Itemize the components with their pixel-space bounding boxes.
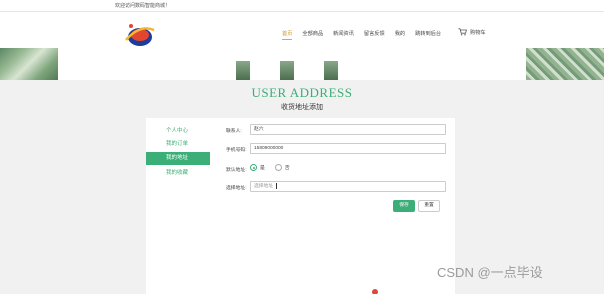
content-panel: 个人中心 我的订单 我的地址 我的收藏 联系人: 赵六 手机号码: 158090…: [146, 118, 455, 294]
sidebar-item-orders[interactable]: 我的订单: [146, 138, 210, 151]
phone-label: 手机号码:: [226, 148, 247, 153]
default-no-label: 否: [284, 166, 290, 171]
watermark: CSDN @一点毕设: [437, 265, 543, 280]
address-row: 选择地址: 选择地址: [212, 181, 455, 193]
address-label: 选择地址:: [226, 186, 247, 191]
banner: [0, 48, 604, 80]
text-cursor: [276, 182, 278, 189]
nav-home[interactable]: 首页: [282, 30, 293, 40]
banner-image-left: [0, 48, 58, 80]
page-title-cn: 收货地址添加: [281, 104, 323, 111]
cart-label: 购物车: [470, 29, 486, 36]
address-placeholder: 选择地址: [254, 184, 274, 189]
contact-row: 联系人: 赵六: [212, 124, 455, 136]
nav-news[interactable]: 新闻资讯: [333, 30, 354, 39]
nav-all-products[interactable]: 全部商品: [302, 30, 323, 39]
nav-feedback[interactable]: 留言反馈: [364, 30, 385, 39]
cart-icon: [458, 28, 467, 36]
default-address-label: 默认地址:: [226, 168, 247, 173]
banner-image-right: [526, 48, 604, 80]
top-bar: 欢迎访问数码智能商城！: [0, 0, 604, 12]
default-address-radio-group: 是 否: [250, 164, 300, 171]
page-title-en: USER ADDRESS: [251, 85, 353, 100]
cart-link[interactable]: 购物车: [458, 28, 486, 36]
default-address-row: 默认地址: 是 否: [212, 163, 455, 175]
sidebar-item-profile[interactable]: 个人中心: [146, 125, 210, 138]
phone-row: 手机号码: 15809000000: [212, 143, 455, 155]
contact-label: 联系人:: [226, 129, 242, 134]
reset-button[interactable]: 重置: [418, 200, 440, 212]
contact-input[interactable]: 赵六: [250, 124, 446, 135]
header: 首页 全部商品 新闻资讯 留言反馈 我的 跳转到后台 购物车: [0, 12, 604, 48]
main-nav: 首页 全部商品 新闻资讯 留言反馈 我的 跳转到后台: [282, 30, 451, 44]
default-yes-label: 是: [260, 166, 265, 171]
logo-icon[interactable]: [123, 20, 157, 50]
phone-input[interactable]: 15809000000: [250, 143, 446, 154]
default-yes-radio[interactable]: [250, 164, 257, 171]
floating-dot-icon: [372, 289, 378, 294]
default-no-radio[interactable]: [274, 164, 282, 171]
save-button[interactable]: 保存: [393, 200, 415, 212]
nav-admin[interactable]: 跳转到后台: [415, 30, 441, 39]
page-title-area: USER ADDRESS 收货地址添加: [0, 80, 604, 118]
sidebar-item-favorites[interactable]: 我的收藏: [146, 167, 210, 180]
sidebar-item-address[interactable]: 我的地址: [146, 152, 210, 165]
welcome-text: 欢迎访问数码智能商城！: [115, 3, 171, 9]
address-select-input[interactable]: 选择地址: [250, 181, 446, 192]
banner-letters: [236, 61, 368, 80]
nav-mine[interactable]: 我的: [395, 30, 405, 39]
